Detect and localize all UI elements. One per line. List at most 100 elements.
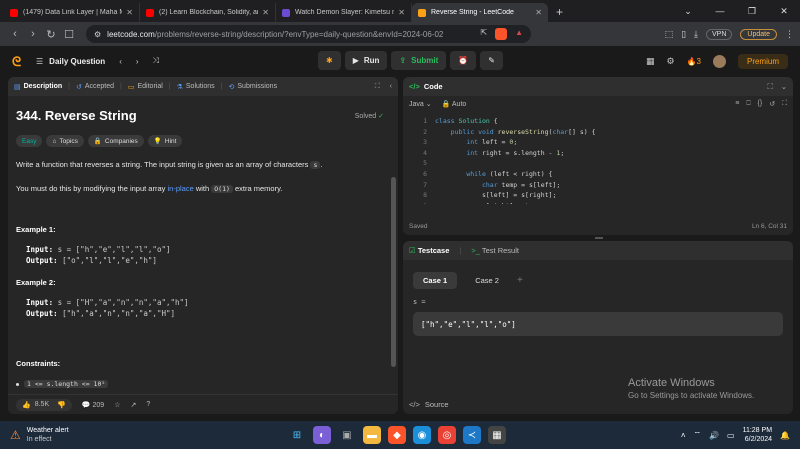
chevron-up-icon[interactable]: ˄ — [681, 431, 686, 440]
tab-test-result[interactable]: >_ Test Result — [471, 246, 519, 255]
close-icon[interactable]: ✕ — [262, 8, 269, 17]
close-icon[interactable]: ✕ — [398, 8, 405, 17]
next-problem-icon[interactable]: › — [136, 57, 139, 66]
windows-start-icon[interactable]: ⊞ — [288, 426, 306, 444]
case-1-tab[interactable]: Case 1 — [413, 272, 458, 289]
collapse-icon[interactable]: ⌄ — [781, 82, 787, 92]
files-icon[interactable]: ▣ — [338, 426, 356, 444]
hint-tag[interactable]: 💡 Hint — [147, 135, 183, 147]
code-editor[interactable]: 1 class Solution {2 public void reverseSt… — [403, 112, 793, 204]
weather-widget[interactable]: ⚠ Weather alert In effect — [10, 426, 69, 444]
prev-problem-icon[interactable]: ‹ — [119, 57, 122, 66]
bookmark-icon[interactable]: ☐ — [60, 28, 78, 41]
avatar[interactable] — [712, 54, 726, 68]
brave-shield-icon[interactable] — [495, 28, 508, 40]
minimize-button[interactable]: — — [704, 6, 736, 16]
url-field[interactable]: ⚙ leetcode.com/problems/reverse-string/d… — [86, 25, 531, 43]
case-2-tab[interactable]: Case 2 — [465, 272, 509, 289]
bookmark-icon[interactable]: ⎕ — [746, 100, 750, 108]
taskbar-apps: ⊞ ◐ ▣ ▬ ◆ ◉ ◎ ≺ ▦ — [288, 426, 506, 444]
reset-icon[interactable]: ↺ — [769, 100, 775, 108]
vpn-button[interactable]: VPN — [706, 28, 733, 40]
tab-accepted[interactable]: ↺ Accepted — [76, 83, 114, 91]
constraint-item: 1 <= s.length <= 10⁵ — [16, 380, 390, 388]
source-button[interactable]: </> Source — [403, 394, 455, 414]
tab-search-icon[interactable]: ⌄ — [672, 6, 704, 17]
braces-icon[interactable]: {} — [758, 100, 763, 108]
chrome-icon[interactable]: ◎ — [438, 426, 456, 444]
wifi-icon[interactable]: ⌔ — [694, 430, 702, 440]
maximize-icon[interactable]: ⛶ — [375, 83, 380, 91]
timer-button[interactable]: ⏰ — [450, 51, 477, 70]
menu-icon[interactable]: ⋮ — [785, 29, 794, 40]
brave-rewards-icon[interactable]: ▲ — [515, 28, 523, 40]
maximize-icon[interactable]: ⛶ — [767, 82, 772, 92]
extensions-icon[interactable]: ⬚ — [665, 29, 674, 40]
clock[interactable]: 11:28 PM 6/2/2024 — [743, 426, 772, 444]
star-icon[interactable]: ☆ — [114, 401, 120, 409]
page-title[interactable]: 344. Reverse String — [16, 108, 390, 123]
collapse-icon[interactable]: ‹ — [390, 83, 392, 91]
resize-handle[interactable] — [595, 237, 603, 239]
close-icon[interactable]: ✕ — [535, 8, 542, 17]
share-icon[interactable]: ↗ — [130, 401, 136, 409]
in-place-link[interactable]: in-place — [167, 184, 193, 193]
auto-toggle[interactable]: 🔒 Auto — [442, 100, 467, 108]
close-icon[interactable]: ✕ — [126, 8, 133, 17]
notes-button[interactable]: ✎ — [480, 51, 503, 70]
difficulty-badge: Easy — [16, 135, 43, 147]
language-select[interactable]: Java ⌄ — [409, 100, 432, 108]
update-button[interactable]: Update — [740, 28, 777, 40]
close-window-button[interactable]: ✕ — [768, 6, 800, 17]
shuffle-icon[interactable]: ⤨ — [153, 56, 159, 66]
browser-tab-2[interactable]: (2) Learn Blockchain, Solidity, and Fu✕ — [140, 3, 276, 22]
comments-button[interactable]: 💬 209 — [82, 401, 104, 409]
file-explorer-icon[interactable]: ▬ — [363, 426, 381, 444]
forward-icon[interactable]: › — [24, 28, 42, 40]
reload-icon[interactable]: ↻ — [42, 28, 60, 41]
app-icon[interactable]: ▦ — [488, 426, 506, 444]
input-value-field[interactable]: ["h","e","l","l","o"] — [413, 312, 783, 336]
battery-icon[interactable]: ▭ — [727, 431, 735, 440]
sidebar-icon[interactable]: ▯ — [681, 29, 686, 40]
layout-icon[interactable]: ▦ — [646, 56, 655, 67]
edge-icon[interactable]: ◉ — [413, 426, 431, 444]
thumbs-down-icon[interactable]: 👎 — [57, 401, 66, 409]
browser-tab-1[interactable]: (1479) Data Link Layer | Maha Marat✕ — [4, 3, 140, 22]
debug-button[interactable]: ✱ — [318, 51, 341, 70]
tab-testcase[interactable]: ☑ Testcase — [409, 246, 449, 255]
new-tab-button[interactable]: + — [556, 5, 563, 19]
tab-solutions[interactable]: ⚗ Solutions — [177, 83, 215, 91]
brave-browser-icon[interactable]: ◆ — [388, 426, 406, 444]
scrollbar[interactable] — [391, 177, 396, 367]
browser-tab-4[interactable]: Reverse String - LeetCode ✕ — [412, 3, 548, 22]
help-icon[interactable]: ? — [146, 401, 150, 408]
settings-icon[interactable]: ⚙ — [666, 56, 674, 67]
streak-counter[interactable]: 🔥3 — [687, 57, 701, 66]
download-icon[interactable]: ⤓ — [694, 29, 698, 40]
like-button[interactable]: 👍 8.5K 👎 — [16, 398, 72, 411]
topics-tag[interactable]: ⌂ Topics — [46, 135, 84, 147]
premium-button[interactable]: Premium — [737, 53, 788, 69]
browser-tab-3[interactable]: Watch Demon Slayer: Kimetsu no Yai✕ — [276, 3, 412, 22]
format-icon[interactable]: ≡ — [735, 100, 739, 108]
restore-button[interactable]: ❐ — [736, 6, 768, 17]
daily-question-link[interactable]: Daily Question — [49, 57, 105, 66]
fullscreen-icon[interactable]: ⛶ — [782, 100, 787, 108]
tab-description[interactable]: ▤ Description — [14, 83, 62, 91]
volume-icon[interactable]: 🔊 — [709, 431, 719, 440]
site-info-icon[interactable]: ⚙ — [94, 30, 101, 39]
list-icon[interactable]: ☰ — [36, 57, 43, 66]
run-button[interactable]: ▶ Run — [344, 51, 388, 70]
share-icon[interactable]: ⇱ — [480, 28, 487, 40]
leetcode-logo-icon[interactable]: ᘓ — [12, 54, 26, 69]
tab-submissions[interactable]: ⟲ Submissions — [229, 83, 278, 91]
vscode-icon[interactable]: ≺ — [463, 426, 481, 444]
add-case-button[interactable]: + — [517, 275, 523, 286]
widgets-icon[interactable]: ◐ — [313, 426, 331, 444]
tab-editorial[interactable]: ▭ Editorial — [128, 83, 163, 91]
companies-tag[interactable]: 🔒 Companies — [87, 135, 144, 147]
notification-icon[interactable]: 🔔 — [780, 431, 790, 440]
submit-button[interactable]: ⇪ Submit — [391, 51, 447, 70]
back-icon[interactable]: ‹ — [6, 28, 24, 40]
